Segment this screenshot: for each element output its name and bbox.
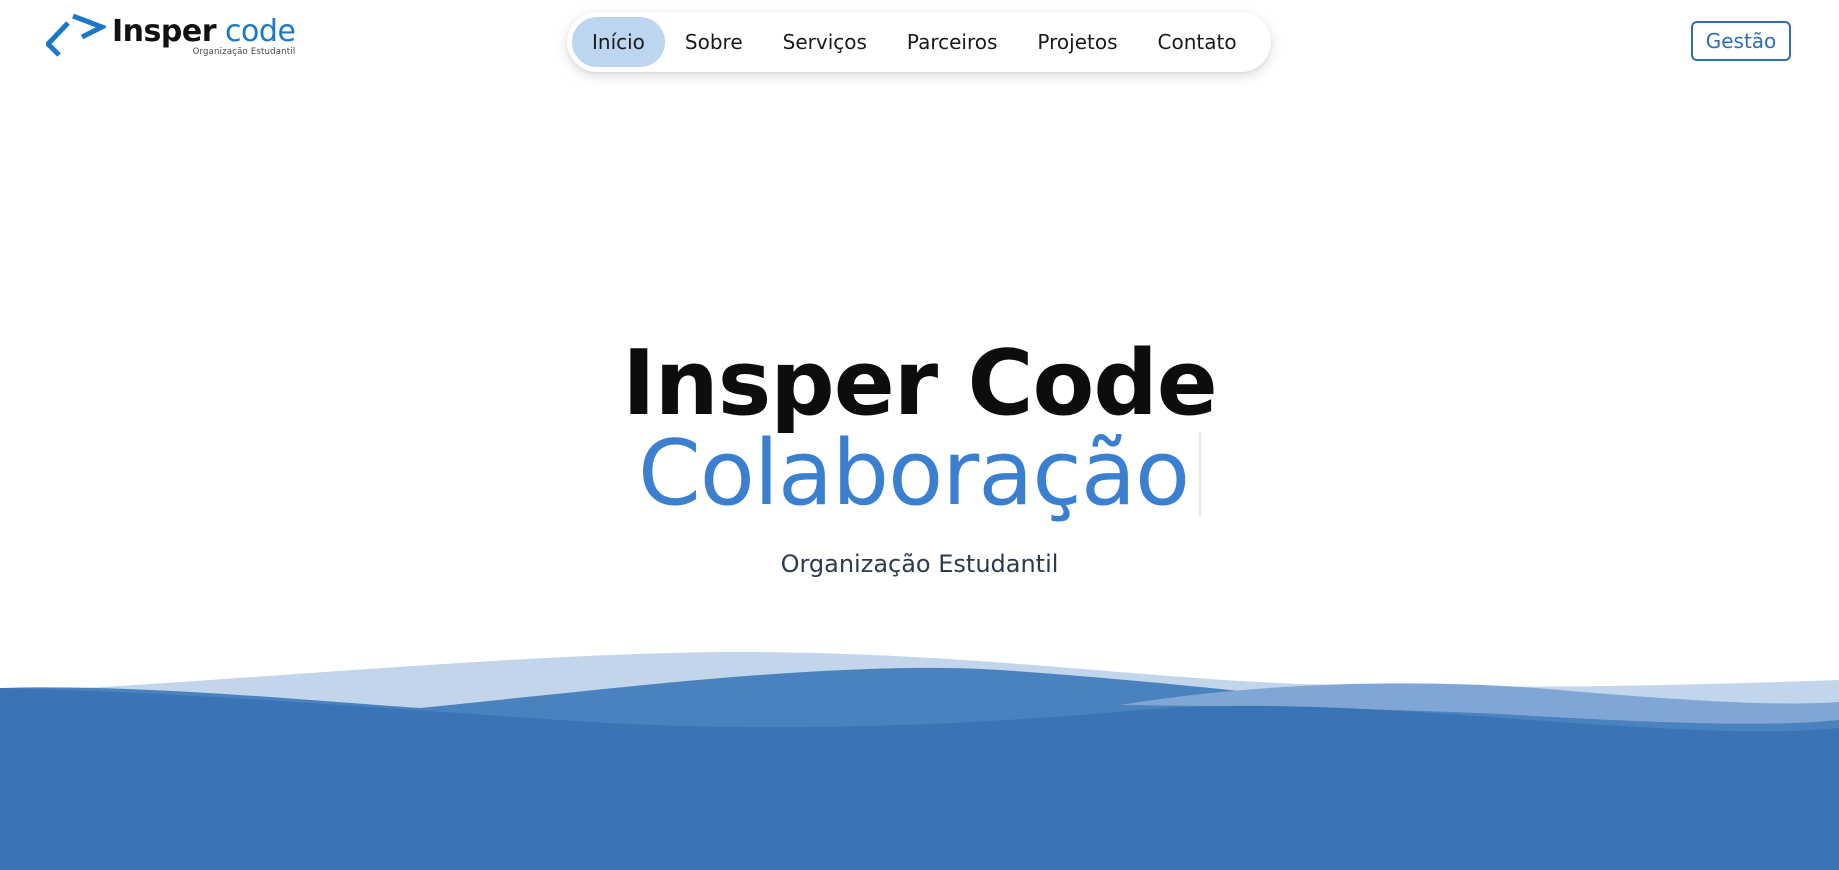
hero-title: Insper Code bbox=[622, 331, 1218, 436]
gestao-button[interactable]: Gestão bbox=[1691, 21, 1791, 61]
nav-item-servicos[interactable]: Serviços bbox=[763, 17, 887, 67]
nav-item-projetos[interactable]: Projetos bbox=[1017, 17, 1137, 67]
nav-item-parceiros[interactable]: Parceiros bbox=[887, 17, 1018, 67]
code-brackets-icon bbox=[46, 14, 106, 57]
hero-rotating-text: Colaboração bbox=[0, 424, 1839, 524]
logo-word-insper: Insper bbox=[112, 14, 217, 49]
rotating-word: Colaboração bbox=[637, 421, 1190, 526]
logo-wordmark: Insper code bbox=[112, 14, 296, 50]
logo-word-code: code bbox=[225, 14, 296, 49]
typing-cursor bbox=[1199, 432, 1202, 516]
nav-item-contato[interactable]: Contato bbox=[1138, 17, 1257, 67]
logo-link[interactable]: Insper code Organização Estudantil bbox=[46, 14, 296, 58]
logo-text: Insper code Organização Estudantil bbox=[112, 14, 296, 57]
hero-subtitle: Organização Estudantil bbox=[780, 550, 1059, 578]
nav-item-sobre[interactable]: Sobre bbox=[665, 17, 763, 67]
nav-item-inicio[interactable]: Início bbox=[572, 17, 665, 67]
main-nav: Início Sobre Serviços Parceiros Projetos… bbox=[567, 12, 1271, 72]
logo-tagline: Organização Estudantil bbox=[192, 47, 296, 57]
hero-waves bbox=[0, 652, 1839, 870]
page: Insper code Organização Estudantil Iníci… bbox=[0, 0, 1839, 870]
